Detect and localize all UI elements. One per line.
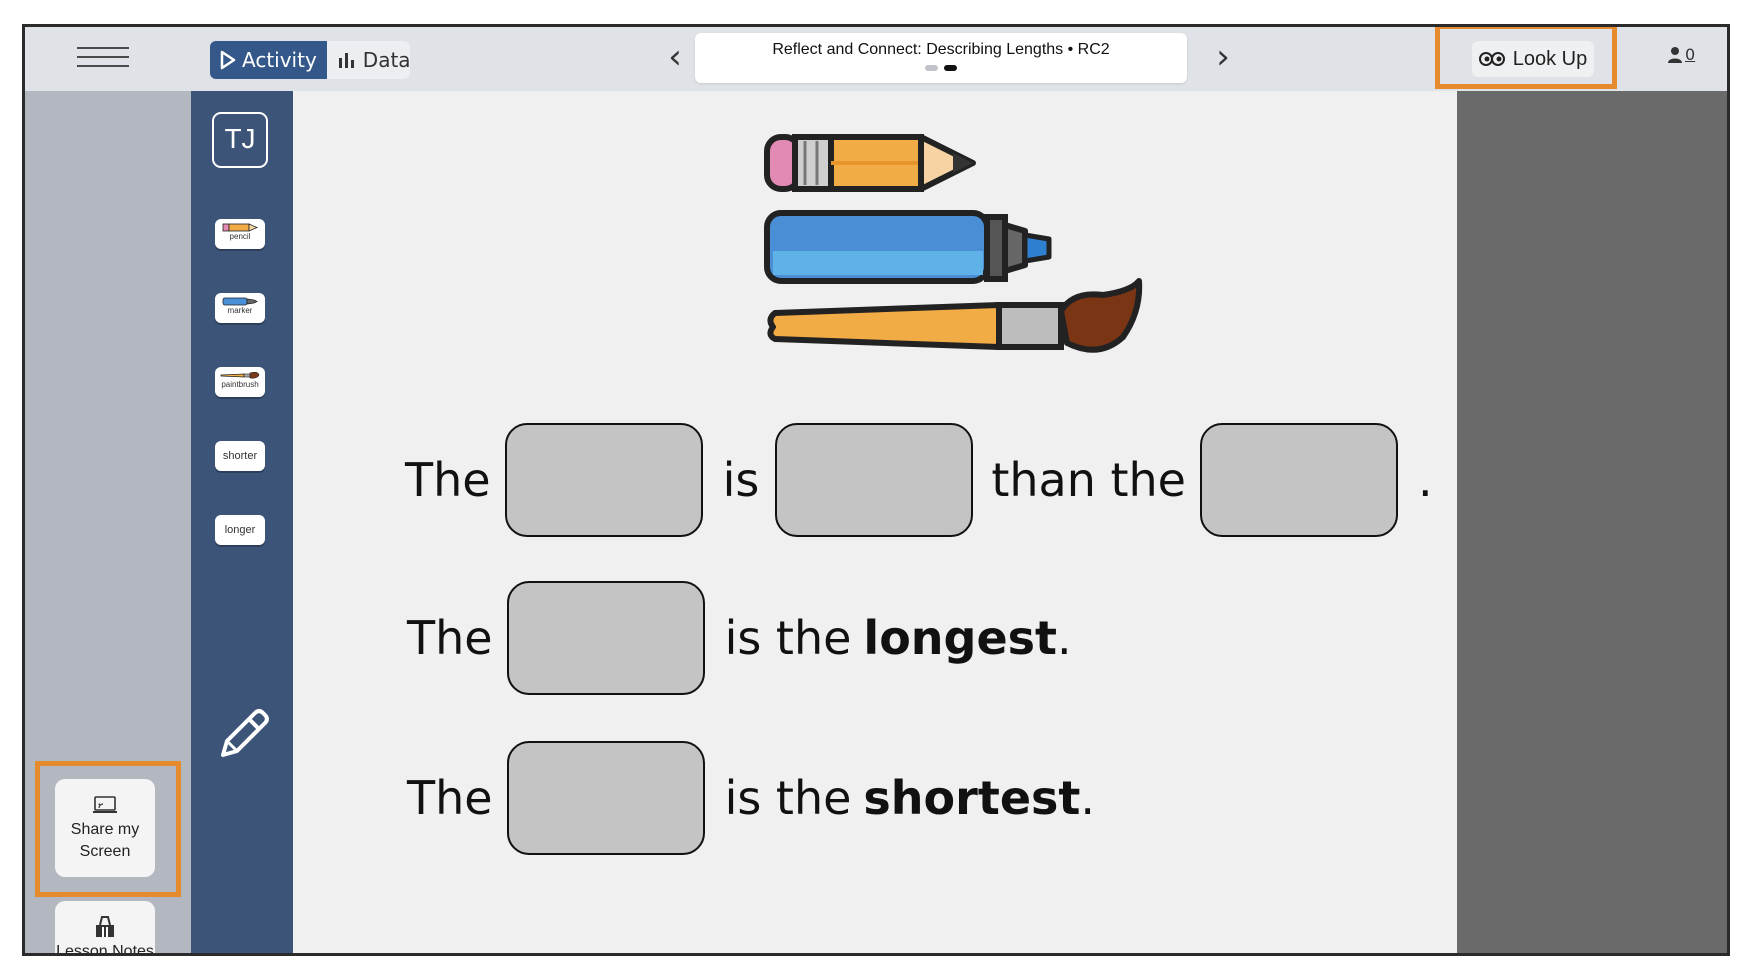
lesson-title-box: Reflect and Connect: Describing Lengths … [695, 33, 1187, 83]
answer-dropzone-1[interactable] [504, 423, 703, 537]
sentence-word: than the [991, 453, 1186, 507]
cast-screen-icon [93, 796, 117, 813]
marker-chip-label: marker [227, 306, 253, 315]
share-screen-button[interactable]: Share my Screen [55, 779, 155, 877]
sentence-comparison: The is than the . [405, 423, 1433, 537]
activity-tab-label: Activity [242, 48, 317, 72]
longer-chip[interactable]: longer [215, 515, 265, 545]
page-dot[interactable] [925, 65, 938, 71]
paintbrush-chip-label: paintbrush [221, 380, 259, 389]
activity-canvas: The is than the . The is the longest . T… [293, 91, 1457, 953]
pencil-chip[interactable]: pencil [215, 219, 265, 249]
pen-tool-icon[interactable] [209, 701, 273, 765]
play-icon [220, 50, 236, 70]
pencil-chip-label: pencil [229, 232, 251, 241]
menu-icon[interactable] [77, 47, 129, 69]
activity-tab[interactable]: Activity [210, 41, 327, 79]
sentence-word: is [722, 453, 760, 507]
page-dot-active[interactable] [944, 65, 957, 71]
shorter-chip[interactable]: shorter [215, 441, 265, 471]
user-icon [1668, 46, 1682, 63]
user-avatar[interactable]: TJ [212, 112, 268, 168]
pencil-icon [222, 223, 258, 232]
tool-sidebar: TJ pencil marker paintbrush shorter long… [191, 91, 293, 953]
pencil-illustration [764, 134, 976, 192]
lesson-notes-button[interactable]: Lesson Notes [55, 901, 155, 956]
next-arrow-icon[interactable]: › [1205, 37, 1241, 77]
answer-dropzone-3[interactable] [1199, 423, 1398, 537]
mode-toggle: Activity Data [210, 41, 410, 79]
sentence-word: The [407, 771, 493, 825]
participant-count: 0 [1685, 45, 1696, 64]
share-screen-label: Share my Screen [70, 821, 140, 860]
sentence-word: The [407, 611, 493, 665]
top-bar: Activity Data ‹ Reflect and Connect: Des… [25, 27, 1727, 91]
marker-chip[interactable]: marker [215, 293, 265, 323]
page-dots [695, 65, 1187, 71]
eyes-icon [1478, 52, 1505, 66]
sentence-word: The [405, 453, 491, 507]
bar-chart-icon [338, 53, 354, 68]
lesson-notes-label: Lesson Notes [56, 943, 154, 956]
left-panel: Share my Screen Lesson Notes [25, 91, 191, 956]
data-tab[interactable]: Data [327, 41, 410, 79]
marker-illustration [764, 210, 1052, 284]
marker-icon [222, 297, 258, 306]
paintbrush-icon [220, 372, 260, 379]
sentence-longest: The is the longest . [407, 581, 1072, 695]
previous-arrow-icon[interactable]: ‹ [657, 37, 693, 77]
keyword-shortest: shortest [863, 771, 1081, 825]
lookup-label: Look Up [1512, 47, 1588, 70]
sentence-word: is the [724, 611, 852, 665]
sentence-period: . [1080, 771, 1096, 825]
sentence-shortest: The is the shortest . [407, 741, 1095, 855]
participants-indicator[interactable]: 0 [1667, 45, 1695, 64]
keyword-longest: longest [863, 611, 1058, 665]
paintbrush-illustration [767, 278, 1143, 353]
app-frame: Activity Data ‹ Reflect and Connect: Des… [22, 24, 1730, 956]
binder-clip-icon [96, 916, 114, 937]
sentence-period: . [1417, 453, 1433, 507]
writing-tools-illustration [764, 134, 1143, 353]
lookup-button[interactable]: Look Up [1472, 41, 1594, 77]
lesson-title: Reflect and Connect: Describing Lengths … [772, 41, 1110, 58]
right-panel [1457, 91, 1727, 953]
answer-dropzone-2[interactable] [775, 423, 974, 537]
sentence-period: . [1057, 611, 1072, 665]
data-tab-label: Data [362, 48, 410, 72]
answer-dropzone-4[interactable] [506, 581, 705, 695]
sentence-word: is the [724, 771, 852, 825]
answer-dropzone-5[interactable] [506, 741, 705, 855]
paintbrush-chip[interactable]: paintbrush [215, 367, 265, 397]
